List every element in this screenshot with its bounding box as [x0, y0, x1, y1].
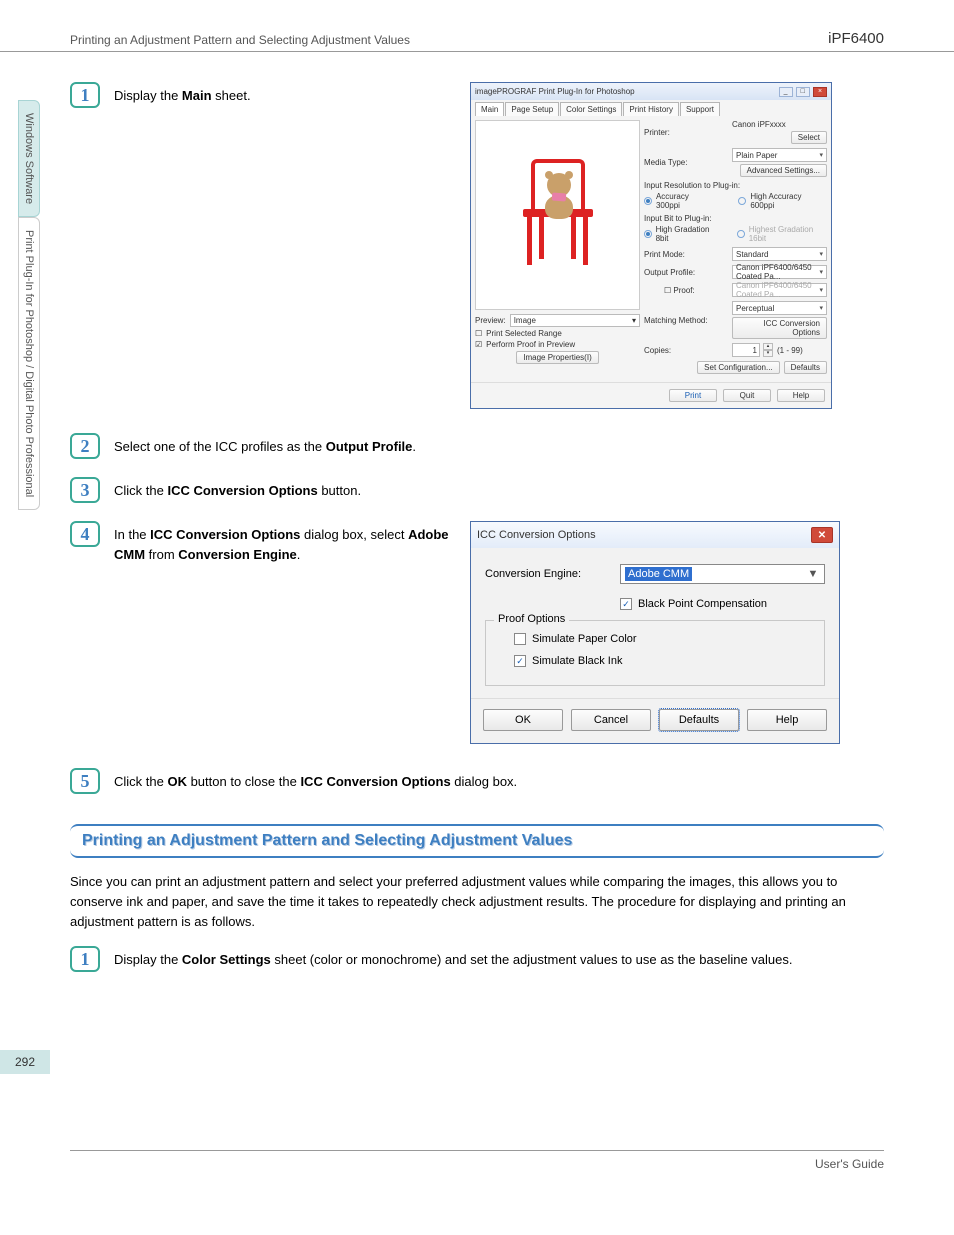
header-right: iPF6400 — [828, 30, 884, 47]
radio-gradation-8[interactable] — [644, 230, 652, 238]
step-badge-3: 3 — [70, 477, 100, 503]
proof-select: Canon iPF6400/6450 Coated Pa...▾ — [732, 283, 827, 297]
chk-perform-proof[interactable]: ☑ — [475, 340, 482, 349]
advanced-settings-button[interactable]: Advanced Settings... — [740, 164, 827, 177]
side-tabs: Windows Software Print Plug-In for Photo… — [18, 100, 40, 510]
step-1-text: Display the Main sheet. — [114, 82, 251, 106]
input-bit-label: Input Bit to Plug-in: — [644, 214, 827, 223]
header-left: Printing an Adjustment Pattern and Selec… — [70, 33, 410, 47]
input-resolution-label: Input Resolution to Plug-in: — [644, 181, 827, 190]
preview-label: Preview: — [475, 316, 506, 325]
close-icon[interactable]: ✕ — [811, 527, 833, 543]
tab-support[interactable]: Support — [680, 102, 720, 116]
printer-label: Printer: — [644, 128, 728, 137]
side-tab-windows-software[interactable]: Windows Software — [18, 100, 40, 217]
radio-gradation-16[interactable] — [737, 230, 745, 238]
step-3-text: Click the ICC Conversion Options button. — [114, 477, 361, 501]
radio-accuracy-600[interactable] — [738, 197, 746, 205]
step-4: 4 In the ICC Conversion Options dialog b… — [70, 521, 450, 564]
dialog-titlebar: imagePROGRAF Print Plug-In for Photoshop… — [471, 83, 831, 100]
proof-options-legend: Proof Options — [494, 613, 569, 625]
help-button[interactable]: Help — [747, 709, 827, 731]
step-2: 2 Select one of the ICC profiles as the … — [70, 433, 884, 459]
conversion-engine-label: Conversion Engine: — [485, 568, 620, 580]
printer-value: Canon iPFxxxx — [732, 120, 827, 129]
footer-text: User's Guide — [815, 1157, 884, 1171]
step-badge-4: 4 — [70, 521, 100, 547]
proof-options-fieldset: Proof Options Simulate Paper Color ✓ Sim… — [485, 620, 825, 686]
defaults-button[interactable]: Defaults — [784, 361, 827, 374]
chk-print-selected[interactable]: ☐ — [475, 329, 482, 338]
preview-select[interactable]: Image▾ — [510, 314, 640, 327]
print-mode-select[interactable]: Standard▾ — [732, 247, 827, 261]
simulate-black-ink-label: Simulate Black Ink — [532, 655, 622, 667]
defaults-button[interactable]: Defaults — [659, 709, 739, 731]
dialog-title: imagePROGRAF Print Plug-In for Photoshop — [475, 87, 635, 96]
screenshot-icc-dialog: ICC Conversion Options ✕ Conversion Engi… — [470, 521, 840, 744]
page-number: 292 — [0, 1050, 50, 1074]
chk-simulate-paper-color[interactable] — [514, 633, 526, 645]
cancel-button[interactable]: Cancel — [571, 709, 651, 731]
tab-print-history[interactable]: Print History — [623, 102, 679, 116]
side-tab-print-plugin[interactable]: Print Plug-In for Photoshop / Digital Ph… — [18, 217, 40, 510]
set-configuration-button[interactable]: Set Configuration... — [697, 361, 779, 374]
media-type-select[interactable]: Plain Paper▾ — [732, 148, 827, 162]
step-5-text: Click the OK button to close the ICC Con… — [114, 768, 517, 792]
tab-color-settings[interactable]: Color Settings — [560, 102, 622, 116]
output-profile-select[interactable]: Canon iPF6400/6450 Coated Pa...▾ — [732, 265, 827, 279]
section-step-badge-1: 1 — [70, 946, 100, 972]
step-3: 3 Click the ICC Conversion Options butto… — [70, 477, 884, 503]
help-button[interactable]: Help — [777, 389, 825, 402]
output-profile-label: Output Profile: — [644, 268, 728, 277]
step-badge-1: 1 — [70, 82, 100, 108]
copies-label: Copies: — [644, 346, 728, 355]
section-step-1-text: Display the Color Settings sheet (color … — [114, 946, 793, 970]
select-printer-button[interactable]: Select — [791, 131, 827, 144]
page-footer: User's Guide — [70, 1150, 884, 1171]
preview-pane: Preview: Image▾ ☐Print Selected Range ☑P… — [475, 120, 640, 378]
step-4-text: In the ICC Conversion Options dialog box… — [114, 521, 450, 564]
chk-proof[interactable]: ☐ — [664, 286, 671, 295]
minimize-icon[interactable]: _ — [779, 87, 793, 97]
chk-black-point-compensation[interactable]: ✓ — [620, 598, 632, 610]
section-step-1: 1 Display the Color Settings sheet (colo… — [70, 946, 884, 972]
step-2-text: Select one of the ICC profiles as the Ou… — [114, 433, 416, 457]
icc-conversion-options-button[interactable]: ICC Conversion Options — [732, 317, 827, 339]
settings-pane: Printer: Canon iPFxxxx Select Media Type… — [644, 120, 827, 378]
quit-button[interactable]: Quit — [723, 389, 771, 402]
matching-method-label: Matching Method: — [644, 316, 728, 325]
radio-accuracy-300[interactable] — [644, 197, 652, 205]
simulate-paper-color-label: Simulate Paper Color — [532, 633, 637, 645]
print-mode-label: Print Mode: — [644, 250, 728, 259]
ok-button[interactable]: OK — [483, 709, 563, 731]
print-button[interactable]: Print — [669, 389, 717, 402]
icc-dialog-titlebar: ICC Conversion Options ✕ — [471, 522, 839, 548]
copies-range: (1 - 99) — [777, 346, 803, 355]
close-icon[interactable]: × — [813, 87, 827, 97]
image-properties-button[interactable]: Image Properties(I) — [516, 351, 598, 364]
tab-page-setup[interactable]: Page Setup — [505, 102, 559, 116]
black-point-compensation-label: Black Point Compensation — [638, 598, 767, 610]
conversion-engine-select[interactable]: Adobe CMM▼ — [620, 564, 825, 584]
step-badge-2: 2 — [70, 433, 100, 459]
section-paragraph: Since you can print an adjustment patter… — [70, 872, 884, 932]
chk-simulate-black-ink[interactable]: ✓ — [514, 655, 526, 667]
section-title: Printing an Adjustment Pattern and Selec… — [82, 832, 572, 849]
preview-image — [475, 120, 640, 310]
maximize-icon[interactable]: □ — [796, 87, 810, 97]
dialog-tabs: Main Page Setup Color Settings Print His… — [471, 100, 831, 116]
tab-main[interactable]: Main — [475, 102, 504, 116]
step-badge-5: 5 — [70, 768, 100, 794]
step-1: 1 Display the Main sheet. — [70, 82, 450, 108]
screenshot-main-dialog: imagePROGRAF Print Plug-In for Photoshop… — [470, 82, 832, 409]
window-buttons: _ □ × — [778, 86, 827, 97]
icc-dialog-title: ICC Conversion Options — [477, 529, 596, 541]
step-5: 5 Click the OK button to close the ICC C… — [70, 768, 884, 794]
media-type-label: Media Type: — [644, 158, 728, 167]
copies-spinner[interactable]: 1 ▴▾ — [732, 343, 773, 357]
matching-method-select[interactable]: Perceptual▾ — [732, 301, 827, 315]
page-header: Printing an Adjustment Pattern and Selec… — [0, 0, 954, 52]
section-heading: Printing an Adjustment Pattern and Selec… — [70, 824, 884, 858]
